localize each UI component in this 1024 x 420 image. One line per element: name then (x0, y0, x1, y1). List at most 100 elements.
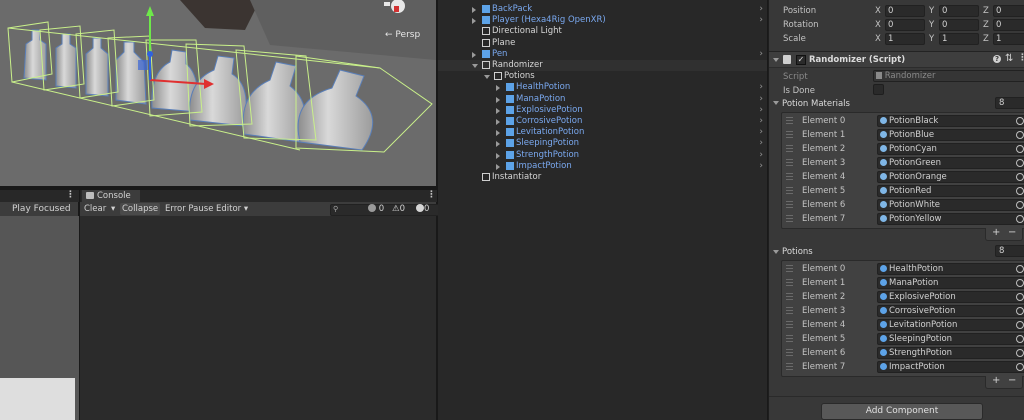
clear-dropdown-icon[interactable]: ▾ (109, 203, 117, 215)
component-header[interactable]: ✓ Randomizer (Script) ? ⇅ ⋮ (769, 51, 1024, 68)
material-element-row[interactable]: Element 6 PotionWhite (782, 198, 1024, 212)
material-element-row[interactable]: Element 0 PotionBlack (782, 114, 1024, 128)
hierarchy-item[interactable]: CorrosivePotion › (438, 116, 767, 127)
expanded-arrow-icon[interactable] (472, 64, 478, 68)
potion-element-row[interactable]: Element 5 SleepingPotion (782, 332, 1024, 346)
object-field[interactable]: StrengthPotion (877, 347, 1024, 359)
drag-handle-icon[interactable] (786, 159, 793, 166)
open-prefab-chevron-icon[interactable]: › (759, 161, 763, 172)
object-picker-icon[interactable] (1016, 159, 1024, 167)
material-element-row[interactable]: Element 7 PotionYellow (782, 212, 1024, 226)
material-element-row[interactable]: Element 2 PotionCyan (782, 142, 1024, 156)
drag-handle-icon[interactable] (786, 201, 793, 208)
rotation-y-label[interactable]: Y (929, 20, 934, 30)
position-z-label[interactable]: Z (983, 6, 989, 16)
hierarchy-panel[interactable]: ...BackPack›Player (Hexa4Rig OpenXR)›Dir… (438, 0, 767, 420)
object-picker-icon[interactable] (1016, 117, 1024, 125)
projection-label[interactable]: ← Persp (385, 30, 420, 40)
scale-x-field[interactable]: 1 (885, 33, 925, 45)
object-field[interactable]: LevitationPotion (877, 319, 1024, 331)
object-picker-icon[interactable] (1016, 335, 1024, 343)
hierarchy-item[interactable]: ImpactPotion › (438, 161, 767, 172)
position-z-field[interactable]: 0 (993, 5, 1024, 17)
potion-element-row[interactable]: Element 4 LevitationPotion (782, 318, 1024, 332)
material-element-row[interactable]: Element 1 PotionBlue (782, 128, 1024, 142)
open-prefab-chevron-icon[interactable]: › (759, 15, 763, 26)
hierarchy-item[interactable]: HealthPotion › (438, 82, 767, 93)
potions-foldout-icon[interactable] (773, 250, 779, 254)
rotation-x-label[interactable]: X (875, 20, 881, 30)
drag-handle-icon[interactable] (786, 265, 793, 272)
drag-handle-icon[interactable] (786, 173, 793, 180)
hierarchy-item[interactable]: ManaPotion › (438, 94, 767, 105)
potion-element-row[interactable]: Element 7 ImpactPotion (782, 360, 1024, 374)
object-field[interactable]: SleepingPotion (877, 333, 1024, 345)
drag-handle-icon[interactable] (786, 215, 793, 222)
hierarchy-item[interactable]: Player (Hexa4Rig OpenXR) › (438, 15, 767, 26)
object-field[interactable]: CorrosivePotion (877, 305, 1024, 317)
collapsed-arrow-icon[interactable] (496, 130, 500, 137)
object-picker-icon[interactable] (1016, 363, 1024, 371)
potion-materials-add-button[interactable]: + (992, 227, 1000, 238)
hierarchy-item[interactable]: ExplosivePotion › (438, 105, 767, 116)
hierarchy-item[interactable]: Plane (438, 38, 767, 49)
material-element-row[interactable]: Element 4 PotionOrange (782, 170, 1024, 184)
collapse-button[interactable]: Collapse (120, 203, 161, 215)
object-field[interactable]: PotionOrange (877, 171, 1024, 183)
object-picker-icon[interactable] (1016, 201, 1024, 209)
object-picker-icon[interactable] (1016, 307, 1024, 315)
object-field[interactable]: PotionCyan (877, 143, 1024, 155)
scale-x-label[interactable]: X (875, 34, 881, 44)
rotation-x-field[interactable]: 0 (885, 19, 925, 31)
position-y-label[interactable]: Y (929, 6, 934, 16)
expanded-arrow-icon[interactable] (484, 75, 490, 80)
potion-element-row[interactable]: Element 0 HealthPotion (782, 262, 1024, 276)
hierarchy-item[interactable]: LevitationPotion › (438, 127, 767, 138)
potions-count-field[interactable]: 8 (995, 245, 1024, 257)
open-prefab-chevron-icon[interactable]: › (759, 105, 763, 116)
open-prefab-chevron-icon[interactable]: › (759, 4, 763, 15)
potion-materials-foldout-icon[interactable] (773, 101, 779, 105)
scale-z-label[interactable]: Z (983, 34, 989, 44)
scene-view[interactable]: ← Persp (0, 0, 436, 186)
object-field[interactable]: ImpactPotion (877, 361, 1024, 373)
potions-label[interactable]: Potions (782, 247, 813, 257)
potions-add-button[interactable]: + (992, 375, 1000, 386)
object-field[interactable]: ManaPotion (877, 277, 1024, 289)
hierarchy-item[interactable]: BackPack › (438, 4, 767, 15)
rotation-z-field[interactable]: 0 (993, 19, 1024, 31)
object-field[interactable]: ExplosivePotion (877, 291, 1024, 303)
settings-sliders-icon[interactable]: ⇅ (1005, 53, 1013, 64)
potion-element-row[interactable]: Element 3 CorrosivePotion (782, 304, 1024, 318)
scale-y-label[interactable]: Y (929, 34, 934, 44)
position-x-label[interactable]: X (875, 6, 881, 16)
editor-dropdown[interactable]: Editor ▾ (214, 203, 250, 215)
object-picker-icon[interactable] (1016, 187, 1024, 195)
console-log-area[interactable] (80, 216, 436, 420)
hierarchy-item[interactable]: SleepingPotion › (438, 138, 767, 149)
object-field[interactable]: PotionBlack (877, 115, 1024, 127)
collapsed-arrow-icon[interactable] (496, 163, 500, 170)
hierarchy-item[interactable]: StrengthPotion › (438, 150, 767, 161)
play-focused-dropdown[interactable]: Play Focused (0, 202, 78, 216)
drag-handle-icon[interactable] (786, 279, 793, 286)
collapsed-arrow-icon[interactable] (496, 107, 500, 114)
collapsed-arrow-icon[interactable] (472, 51, 476, 58)
open-prefab-chevron-icon[interactable]: › (759, 138, 763, 149)
collapsed-arrow-icon[interactable] (472, 7, 476, 13)
console-more-icon[interactable]: ⋮ (427, 190, 436, 200)
potion-materials-count-field[interactable]: 8 (995, 97, 1024, 109)
open-prefab-chevron-icon[interactable]: › (759, 49, 763, 60)
rotation-z-label[interactable]: Z (983, 20, 989, 30)
error-pause-button[interactable]: Error Pause (163, 203, 215, 215)
add-component-button[interactable]: Add Component (821, 403, 983, 420)
drag-handle-icon[interactable] (786, 145, 793, 152)
object-picker-icon[interactable] (1016, 145, 1024, 153)
object-picker-icon[interactable] (1016, 293, 1024, 301)
potion-element-row[interactable]: Element 2 ExplosivePotion (782, 290, 1024, 304)
scale-y-field[interactable]: 1 (939, 33, 979, 45)
collapsed-arrow-icon[interactable] (496, 141, 500, 148)
open-prefab-chevron-icon[interactable]: › (759, 127, 763, 138)
drag-handle-icon[interactable] (786, 335, 793, 342)
log-toggle[interactable]: 0 (366, 203, 386, 215)
